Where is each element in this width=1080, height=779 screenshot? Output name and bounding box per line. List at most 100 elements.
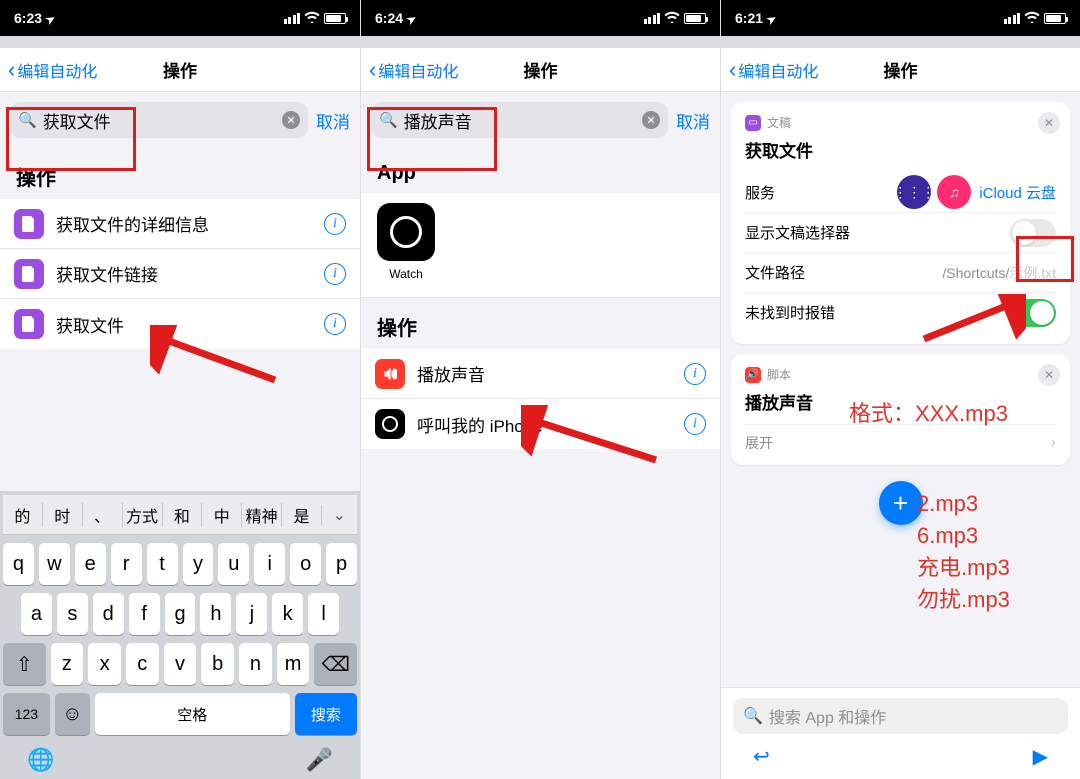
backspace-key[interactable]: ⌫ — [314, 643, 357, 685]
sug[interactable]: 的 — [3, 503, 42, 527]
close-icon[interactable]: ✕ — [1038, 364, 1060, 386]
mic-icon[interactable]: 🎤 — [306, 747, 333, 773]
globe-icon[interactable]: 🌐 — [27, 747, 54, 773]
search-text: 获取文件 — [43, 108, 276, 133]
status-bar: 6:21 — [721, 0, 1080, 36]
key[interactable]: d — [93, 593, 124, 635]
clear-icon[interactable]: ✕ — [642, 111, 660, 129]
play-button[interactable]: ▶ — [1033, 744, 1048, 769]
back-button[interactable]: ‹编辑自动化 — [729, 57, 818, 83]
add-action-button[interactable]: + — [879, 481, 923, 525]
key[interactable]: a — [21, 593, 52, 635]
app-tile-watch[interactable]: Watch — [377, 203, 435, 281]
tab-shelf — [361, 36, 720, 48]
key[interactable]: r — [111, 543, 142, 585]
key[interactable]: e — [75, 543, 106, 585]
key[interactable]: f — [129, 593, 160, 635]
key[interactable]: k — [272, 593, 303, 635]
sug[interactable]: 和 — [162, 503, 202, 527]
card-category: 文稿 — [767, 114, 791, 131]
back-button[interactable]: ‹编辑自动化 — [369, 57, 458, 83]
close-icon[interactable]: ✕ — [1038, 112, 1060, 134]
chevron-left-icon: ‹ — [8, 57, 15, 83]
sug[interactable]: 方式 — [122, 503, 162, 527]
search-icon: 🔍 — [743, 706, 763, 726]
row-label: 获取文件 — [56, 312, 312, 337]
search-input[interactable]: 🔍 播放声音 ✕ — [371, 102, 668, 138]
chevron-down-icon[interactable]: ⌄ — [321, 505, 357, 525]
sug[interactable]: 精神 — [241, 503, 281, 527]
clear-icon[interactable]: ✕ — [282, 111, 300, 129]
sug[interactable]: 是 — [281, 503, 321, 527]
undo-button[interactable]: ↩ — [753, 744, 770, 769]
info-icon[interactable]: i — [684, 413, 706, 435]
emoji-key[interactable]: ☺ — [55, 693, 90, 735]
keyboard-row: asdfghjkl — [3, 593, 357, 635]
nav-header: ‹编辑自动化 操作 — [361, 48, 720, 92]
key[interactable]: i — [254, 543, 285, 585]
key[interactable]: t — [147, 543, 178, 585]
numeric-key[interactable]: 123 — [3, 693, 50, 735]
key[interactable]: w — [39, 543, 70, 585]
list-item[interactable]: 获取文件 i — [0, 299, 360, 349]
signal-icon — [644, 13, 661, 24]
key[interactable]: x — [88, 643, 121, 685]
picker-toggle[interactable] — [1010, 219, 1056, 247]
search-row: 🔍 获取文件 ✕ 取消 — [0, 92, 360, 148]
row-error: 未找到时报错 — [745, 292, 1056, 332]
error-toggle[interactable] — [1010, 299, 1056, 327]
key[interactable]: g — [165, 593, 196, 635]
key[interactable]: h — [200, 593, 231, 635]
back-button[interactable]: ‹编辑自动化 — [8, 57, 97, 83]
search-key[interactable]: 搜索 — [295, 693, 357, 735]
bottom-search-input[interactable]: 🔍 搜索 App 和操作 — [733, 698, 1068, 734]
sug[interactable]: 、 — [82, 503, 122, 527]
space-key[interactable]: 空格 — [95, 693, 290, 735]
keyboard-row: ⇧ zxcvbnm ⌫ — [3, 643, 357, 685]
path-prefix: /Shortcuts/ — [942, 265, 1009, 281]
key[interactable]: o — [290, 543, 321, 585]
info-icon[interactable]: i — [324, 313, 346, 335]
cancel-button[interactable]: 取消 — [316, 108, 350, 133]
info-icon[interactable]: i — [684, 363, 706, 385]
list-item[interactable]: 呼叫我的 iPhone i — [361, 399, 720, 449]
info-icon[interactable]: i — [324, 213, 346, 235]
key[interactable]: s — [57, 593, 88, 635]
cancel-button[interactable]: 取消 — [676, 108, 710, 133]
results-list: 获取文件的详细信息 i 获取文件链接 i 获取文件 i — [0, 199, 360, 349]
search-input[interactable]: 🔍 获取文件 ✕ — [10, 102, 308, 138]
key[interactable]: b — [201, 643, 234, 685]
key[interactable]: j — [236, 593, 267, 635]
sug[interactable]: 时 — [42, 503, 82, 527]
section-actions: 操作 — [0, 148, 360, 199]
row-service[interactable]: 服务 ⋮⋮⋮ ♫ iCloud 云盘 — [745, 172, 1056, 212]
service-link[interactable]: iCloud 云盘 — [979, 182, 1056, 203]
key[interactable]: y — [183, 543, 214, 585]
results-list: 播放声音 i 呼叫我的 iPhone i — [361, 349, 720, 449]
key[interactable]: z — [51, 643, 84, 685]
search-icon: 🔍 — [18, 111, 37, 129]
row-path[interactable]: 文件路径 /Shortcuts/示例.txt — [745, 252, 1056, 292]
key[interactable]: m — [277, 643, 310, 685]
bottom-search: 🔍 搜索 App 和操作 ↩ ▶ — [721, 687, 1080, 779]
sug[interactable]: 中 — [201, 503, 241, 527]
key[interactable]: n — [239, 643, 272, 685]
speaker-icon — [375, 359, 405, 389]
key[interactable]: p — [326, 543, 357, 585]
info-icon[interactable]: i — [324, 263, 346, 285]
shift-key[interactable]: ⇧ — [3, 643, 46, 685]
launcher-icon: ⋮⋮⋮ — [897, 175, 931, 209]
list-item[interactable]: 播放声音 i — [361, 349, 720, 399]
chevron-right-icon: › — [1051, 434, 1056, 452]
search-text: 播放声音 — [404, 108, 636, 133]
key[interactable]: q — [3, 543, 34, 585]
key[interactable]: l — [308, 593, 339, 635]
key[interactable]: v — [164, 643, 197, 685]
key[interactable]: u — [218, 543, 249, 585]
key[interactable]: c — [126, 643, 159, 685]
list-item[interactable]: 获取文件链接 i — [0, 249, 360, 299]
section-actions: 操作 — [361, 298, 720, 349]
document-icon — [14, 209, 44, 239]
list-item[interactable]: 获取文件的详细信息 i — [0, 199, 360, 249]
row-label: 获取文件的详细信息 — [56, 211, 312, 236]
